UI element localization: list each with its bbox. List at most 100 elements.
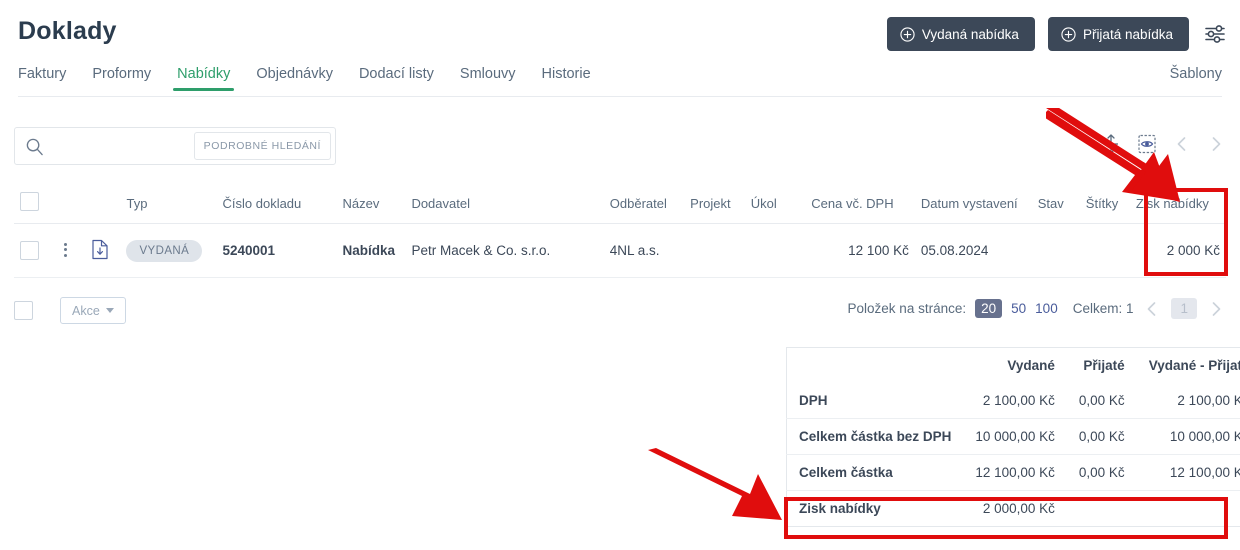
pagination: Položek na stránce: 20 50 100 Celkem: 1 … [848,298,1226,319]
col-cena-vc-dph[interactable]: Cena vč. DPH [805,186,915,224]
chevron-down-icon [106,308,114,313]
col-cislo-dokladu[interactable]: Číslo dokladu [217,186,337,224]
summary-label-zisk: Zisk nabídky [787,491,964,527]
cell-cena-vc-dph: 12 100 Kč [805,224,915,278]
summary-col-label [787,348,964,384]
tab-dodaci-listy[interactable]: Dodací listy [359,66,434,91]
col-doc-icon [85,186,120,224]
summary-zisk-vydane: 2 000,00 Kč [963,491,1067,527]
bulk-select-checkbox[interactable] [14,301,33,320]
tab-nabidky[interactable]: Nabídky [177,66,230,91]
tab-proformy[interactable]: Proformy [92,66,151,91]
col-typ[interactable]: Typ [120,186,216,224]
summary-celkem-vydane: 12 100,00 Kč [963,455,1067,491]
cell-stav [1032,224,1080,278]
create-received-offer-label: Přijatá nabídka [1083,27,1173,42]
next-page-icon[interactable] [1206,134,1226,154]
bulk-actions: Akce [14,297,126,324]
summary-bez-dph-rozdil: 10 000,00 Kč [1137,419,1240,455]
tab-smlouvy[interactable]: Smlouvy [460,66,516,91]
page-title: Doklady [18,17,117,46]
summary-dph-vydane: 2 100,00 Kč [963,383,1067,419]
create-issued-offer-button[interactable]: Vydaná nabídka [887,17,1035,51]
per-page-20[interactable]: 20 [975,299,1002,318]
status-badge: VYDANÁ [126,240,202,262]
row-select-cell [14,224,58,278]
summary-row-zisk-nabidky: Zisk nabídky 2 000,00 Kč [787,491,1240,527]
summary-row-celkem: Celkem částka 12 100,00 Kč 0,00 Kč 12 10… [787,455,1240,491]
select-all-checkbox[interactable] [20,192,39,211]
tab-objednavky[interactable]: Objednávky [256,66,333,91]
col-datum-vystaveni[interactable]: Datum vystavení [915,186,1032,224]
col-dodavatel[interactable]: Dodavatel [405,186,603,224]
col-stav[interactable]: Stav [1032,186,1080,224]
table-header-row: Typ Číslo dokladu Název Dodavatel Odběra… [14,186,1226,224]
summary-label-bez-dph: Celkem částka bez DPH [787,419,964,455]
cell-datum-vystaveni: 05.08.2024 [915,224,1032,278]
row-menu-cell [58,224,85,278]
create-issued-offer-label: Vydaná nabídka [922,27,1019,42]
per-page-100[interactable]: 100 [1035,301,1058,316]
search-input[interactable] [44,131,194,161]
summary-row-dph: DPH 2 100,00 Kč 0,00 Kč 2 100,00 Kč [787,383,1240,419]
prev-page-icon[interactable] [1172,134,1192,154]
arrow-to-summary-row [620,440,800,540]
search-bar: PODROBNÉ HLEDÁNÍ [14,127,336,165]
summary-header-row: Vydané Přijaté Vydané - Přijaté [787,348,1240,384]
summary-label-dph: DPH [787,383,964,419]
summary-dph-rozdil: 2 100,00 Kč [1137,383,1240,419]
summary-celkem-prijate: 0,00 Kč [1067,455,1137,491]
totals-summary-table: Vydané Přijaté Vydané - Přijaté DPH 2 10… [786,347,1240,527]
cell-typ: VYDANÁ [120,224,216,278]
table-toolbar [1100,133,1226,155]
col-zisk-nabidky[interactable]: Zisk nabídky [1130,186,1226,224]
actions-dropdown-label: Akce [72,304,100,318]
cell-ukol [745,224,806,278]
tab-bar: Faktury Proformy Nabídky Objednávky Doda… [18,66,1222,97]
tab-historie[interactable]: Historie [542,66,591,91]
documents-page: Doklady Vydaná nabídka Přijatá nabídka F… [0,0,1240,550]
pagination-prev-icon[interactable] [1142,299,1162,319]
per-page-50[interactable]: 50 [1011,301,1026,316]
col-ukol[interactable]: Úkol [745,186,806,224]
summary-row-bez-dph: Celkem částka bez DPH 10 000,00 Kč 0,00 … [787,419,1240,455]
documents-table: Typ Číslo dokladu Název Dodavatel Odběra… [14,186,1226,278]
header-actions: Vydaná nabídka Přijatá nabídka [887,17,1228,51]
create-received-offer-button[interactable]: Přijatá nabídka [1048,17,1189,51]
summary-bez-dph-vydane: 10 000,00 Kč [963,419,1067,455]
pagination-page-1[interactable]: 1 [1171,298,1197,319]
col-stitky[interactable]: Štítky [1080,186,1130,224]
summary-celkem-rozdil: 12 100,00 Kč [1137,455,1240,491]
cell-nazev[interactable]: Nabídka [337,224,406,278]
cell-stitky [1080,224,1130,278]
col-odberatel[interactable]: Odběratel [604,186,684,224]
cell-cislo-dokladu[interactable]: 5240001 [217,224,337,278]
summary-col-rozdil: Vydané - Přijaté [1137,348,1240,384]
search-icon [25,137,44,156]
col-nazev[interactable]: Název [337,186,406,224]
summary-dph-prijate: 0,00 Kč [1067,383,1137,419]
plus-circle-icon [900,27,915,42]
kebab-menu-icon[interactable] [64,240,68,258]
table-row[interactable]: VYDANÁ 5240001 Nabídka Petr Macek & Co. … [14,224,1226,278]
expand-rows-icon[interactable] [1100,133,1122,155]
cell-projekt [684,224,745,278]
actions-dropdown-button[interactable]: Akce [60,297,126,324]
summary-zisk-rozdil [1137,491,1240,527]
pagination-next-icon[interactable] [1206,299,1226,319]
summary-bez-dph-prijate: 0,00 Kč [1067,419,1137,455]
sliders-icon[interactable] [1202,21,1228,47]
cell-dodavatel: Petr Macek & Co. s.r.o. [405,224,603,278]
summary-zisk-prijate [1067,491,1137,527]
row-checkbox[interactable] [20,241,39,260]
tab-sablony[interactable]: Šablony [1170,66,1222,91]
document-download-icon[interactable] [91,248,109,263]
advanced-search-button[interactable]: PODROBNÉ HLEDÁNÍ [194,132,331,160]
cell-zisk-nabidky: 2 000 Kč [1130,224,1226,278]
summary-col-vydane: Vydané [963,348,1067,384]
col-projekt[interactable]: Projekt [684,186,745,224]
tab-faktury[interactable]: Faktury [18,66,66,91]
eye-icon[interactable] [1136,133,1158,155]
summary-label-celkem: Celkem částka [787,455,964,491]
col-select-all [14,186,58,224]
